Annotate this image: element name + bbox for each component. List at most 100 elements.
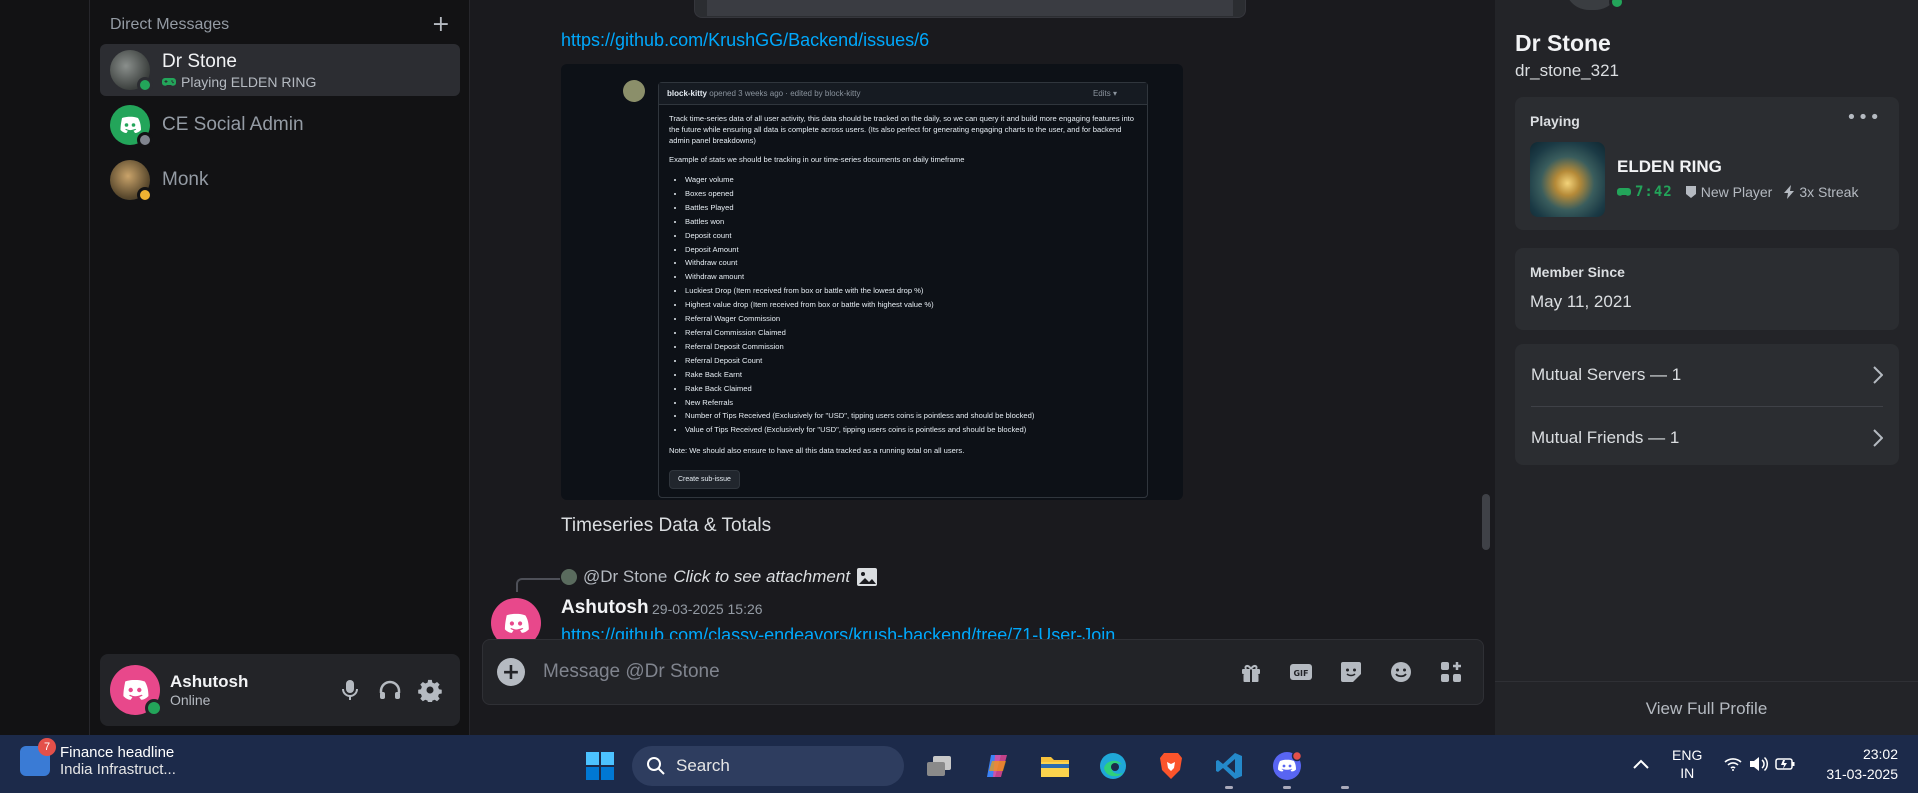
svg-text:GIF: GIF — [1293, 669, 1308, 678]
brave-icon — [1160, 753, 1182, 779]
gif-button[interactable]: GIF — [1283, 654, 1319, 690]
gift-icon — [1242, 665, 1260, 682]
brave-button[interactable] — [1148, 743, 1194, 789]
list-item: Number of Tips Received (Exclusively for… — [685, 409, 1139, 423]
headphones-icon — [379, 680, 401, 699]
discord-button[interactable] — [1264, 743, 1310, 789]
start-button[interactable] — [580, 746, 620, 786]
mutual-servers-row[interactable]: Mutual Servers — 1 — [1515, 344, 1899, 406]
dm-item-dr-stone[interactable]: Dr Stone Playing ELDEN RING — [100, 44, 460, 96]
sticker-button[interactable] — [1333, 654, 1369, 690]
vscode-button[interactable] — [1206, 743, 1252, 789]
windows-taskbar: 7 Finance headline India Infrastruct... … — [0, 735, 1918, 793]
message-timestamp: 29-03-2025 15:26 — [652, 601, 763, 617]
gh-edits: Edits ▾ — [1092, 89, 1117, 98]
gh-sidebar — [1153, 82, 1183, 482]
dm-sidebar: Direct Messages + Dr Stone Playing ELDEN… — [90, 0, 470, 735]
edge-button[interactable] — [1090, 743, 1136, 789]
online-status-icon — [145, 699, 163, 717]
dm-name: CE Social Admin — [162, 114, 304, 135]
mutual-friends-row[interactable]: Mutual Friends — 1 — [1515, 407, 1899, 469]
microphone-icon — [342, 680, 358, 700]
message-author[interactable]: Ashutosh — [561, 597, 649, 619]
message-composer: + GIF — [482, 639, 1484, 705]
dm-item-ce-social-admin[interactable]: CE Social Admin — [100, 99, 460, 151]
clock-time: 23:02 — [1862, 746, 1898, 762]
reply-attachment-text[interactable]: Click to see attachment — [673, 567, 850, 587]
create-dm-button[interactable]: + — [432, 14, 450, 36]
message-input[interactable] — [543, 661, 1233, 683]
mutual-servers-label: Mutual Servers — 1 — [1531, 365, 1682, 384]
game-role: New Player — [1685, 184, 1772, 200]
taskbar-search[interactable]: Search — [632, 746, 904, 786]
list-item: Rake Back Claimed — [685, 382, 1139, 396]
system-clock[interactable]: 23:02 31-03-2025 — [1826, 744, 1898, 784]
gh-intro: Track time-series data of all user activ… — [669, 114, 1135, 145]
emoji-button[interactable] — [1383, 654, 1419, 690]
list-item: Referral Wager Commission — [685, 312, 1139, 326]
wifi-icon — [1724, 758, 1742, 771]
user-settings-button[interactable] — [410, 670, 450, 710]
taskbar-app[interactable] — [1322, 743, 1368, 789]
running-indicator — [1283, 786, 1291, 789]
task-view-button[interactable] — [916, 743, 962, 789]
copilot-button[interactable] — [974, 743, 1020, 789]
image-attachment[interactable]: block-kitty opened 3 weeks ago · edited … — [561, 64, 1183, 500]
gh-create-sub-issue-button: Create sub-issue — [669, 470, 740, 490]
volume-status[interactable] — [1746, 751, 1772, 777]
user-name: Ashutosh — [170, 672, 249, 691]
dm-header: Direct Messages + — [110, 14, 450, 36]
search-icon — [647, 757, 665, 775]
deafen-button[interactable] — [370, 670, 410, 710]
gif-icon: GIF — [1290, 664, 1312, 680]
game-streak: 3x Streak — [1784, 184, 1858, 200]
discord-logo-icon — [120, 116, 141, 133]
apps-button[interactable] — [1433, 654, 1469, 690]
user-avatar[interactable] — [110, 665, 163, 717]
chevron-up-icon — [1633, 759, 1649, 769]
language-code: ENG — [1672, 747, 1703, 763]
list-item: Deposit Amount — [685, 243, 1139, 257]
widget-title: Finance headline — [60, 744, 175, 761]
member-since-card: Member Since May 11, 2021 — [1515, 248, 1899, 330]
message-link[interactable]: https://github.com/classy-endeavors/krus… — [561, 625, 1115, 639]
chevron-right-icon — [1873, 429, 1883, 447]
list-item: Battles won — [685, 215, 1139, 229]
avatar — [110, 105, 153, 148]
file-explorer-button[interactable] — [1032, 743, 1078, 789]
chat-scrollbar[interactable] — [1482, 494, 1490, 550]
system-tray: ENG IN 23:02 31-03-2025 — [1628, 735, 1918, 793]
widgets-button[interactable]: 7 Finance headline India Infrastruct... — [20, 738, 176, 778]
profile-display-name: Dr Stone — [1515, 30, 1611, 56]
gh-author: block-kitty — [667, 89, 708, 98]
user-panel: Ashutosh Online — [100, 654, 460, 726]
gift-button[interactable] — [1233, 654, 1269, 690]
reply-reference[interactable]: @Dr Stone Click to see attachment — [561, 567, 878, 587]
dm-name: Dr Stone — [162, 50, 237, 72]
gh-note: Note: We should also ensure to have all … — [669, 446, 965, 456]
folder-icon — [1041, 757, 1069, 777]
show-hidden-icons-button[interactable] — [1628, 751, 1654, 777]
server-rail — [0, 0, 90, 735]
activity-more-button[interactable]: ••• — [1846, 107, 1881, 128]
message-link[interactable]: https://github.com/KrushGG/Backend/issue… — [561, 30, 929, 51]
gamepad-icon — [1617, 188, 1631, 196]
wifi-status[interactable] — [1720, 751, 1746, 777]
gh-issue-body: Track time-series data of all user activ… — [669, 113, 1139, 490]
clock-date: 31-03-2025 — [1826, 766, 1898, 782]
dm-item-monk[interactable]: Monk — [100, 154, 460, 206]
idle-status-icon — [137, 187, 153, 203]
widget-subtitle: India Infrastruct... — [60, 761, 176, 778]
list-item: Withdraw amount — [685, 270, 1139, 284]
mute-button[interactable] — [330, 670, 370, 710]
battery-status[interactable] — [1772, 751, 1798, 777]
attach-button[interactable]: + — [497, 658, 525, 686]
user-info[interactable]: Ashutosh Online — [170, 672, 330, 708]
previous-embed-image — [707, 0, 1233, 16]
reply-connector — [516, 578, 560, 592]
input-language[interactable]: ENG IN — [1672, 746, 1702, 782]
dm-name: Monk — [162, 169, 209, 190]
profile-username: dr_stone_321 — [1515, 61, 1619, 80]
reply-mention: @Dr Stone — [583, 567, 668, 586]
view-full-profile-button[interactable]: View Full Profile — [1495, 681, 1918, 735]
